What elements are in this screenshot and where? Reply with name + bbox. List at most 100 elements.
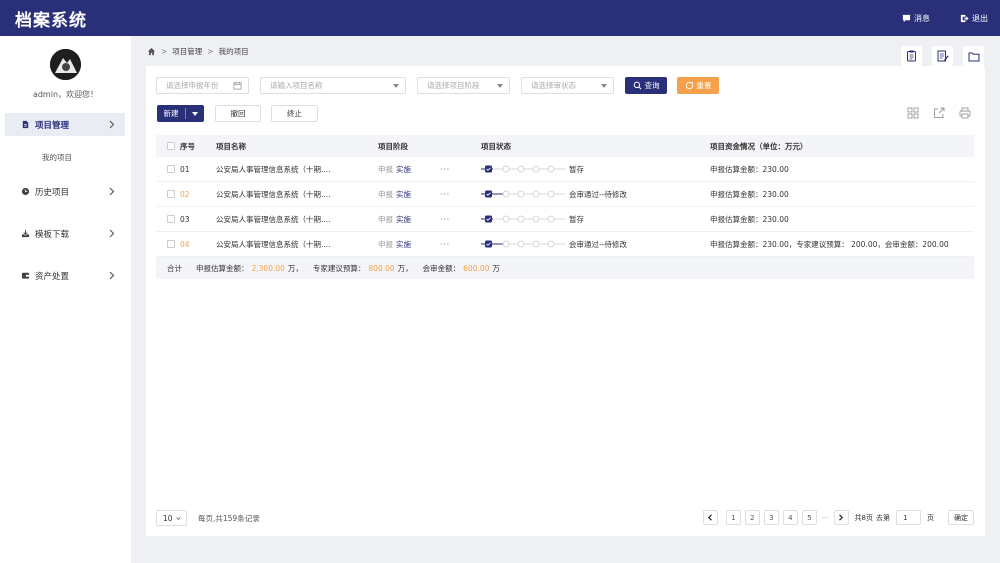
sidebar-item-project-management[interactable]: 项目管理 bbox=[5, 113, 125, 136]
welcome-text: admin，欢迎您！ bbox=[32, 90, 99, 99]
row-seq: 03 bbox=[180, 214, 190, 224]
more-icon[interactable]: ··· bbox=[440, 207, 450, 231]
folder-button[interactable] bbox=[963, 46, 984, 66]
goto-label: 去第 bbox=[876, 513, 890, 522]
chevron-down-icon bbox=[176, 517, 181, 521]
project-name-input[interactable]: 请输入项目名称 bbox=[260, 77, 406, 94]
year-select-placeholder: 请选择申报年份 bbox=[166, 81, 219, 90]
logout-icon bbox=[960, 14, 969, 22]
status-progress bbox=[481, 214, 565, 224]
sidebar-item-asset-disposal[interactable]: 资产处置 bbox=[5, 264, 125, 287]
table-total-row: 合计 申报估算金额： 2,300.00 万， 专家建议预算： 800.00 万，… bbox=[156, 257, 974, 279]
more-icon[interactable]: ··· bbox=[440, 157, 450, 181]
main-panel: 请选择申报年份 请输入项目名称 请选择项目阶段 请选择审状态 查询 重置 新建 … bbox=[146, 66, 985, 536]
page-button-4[interactable]: 4 bbox=[782, 510, 798, 525]
row-seq: 01 bbox=[180, 164, 190, 174]
breadcrumb-item[interactable]: 项目管理 bbox=[172, 46, 202, 57]
row-funds: 申报估算金额：230.00 bbox=[710, 189, 789, 199]
status-select[interactable]: 请选择审状态 bbox=[521, 77, 614, 94]
quick-icons bbox=[891, 46, 984, 66]
download-icon bbox=[21, 229, 30, 238]
total-review-unit: 万 bbox=[492, 263, 500, 273]
header-actions: 消息 退出 bbox=[872, 13, 988, 24]
page-size-select[interactable]: 10 bbox=[156, 510, 187, 526]
table-row[interactable]: 03 公安局人事管理信息系统（十期.... 申报 实施 ··· 暂存 申报估算金… bbox=[156, 207, 974, 232]
progress-track bbox=[481, 165, 565, 173]
avatar[interactable] bbox=[50, 49, 81, 80]
total-apply-unit: 万， bbox=[287, 263, 303, 273]
row-funds: 申报估算金额：230.00 bbox=[710, 164, 789, 174]
column-header-stage: 项目阶段 bbox=[378, 141, 408, 151]
next-page-button[interactable] bbox=[833, 510, 849, 525]
progress-track bbox=[481, 190, 565, 198]
year-select[interactable]: 请选择申报年份 bbox=[156, 77, 249, 94]
column-header-seq: 序号 bbox=[180, 141, 195, 151]
sidebar-item-label: 项目管理 bbox=[35, 120, 70, 131]
button-divider bbox=[184, 108, 186, 119]
more-icon[interactable]: ··· bbox=[440, 182, 450, 206]
select-all-checkbox[interactable] bbox=[167, 142, 175, 150]
table-row[interactable]: 01 公安局人事管理信息系统（十期.... 申报 实施 ··· 暂存 申报估算金… bbox=[156, 157, 974, 182]
page-size-value: 10 bbox=[163, 513, 173, 523]
table-row[interactable]: 04 公安局人事管理信息系统（十期.... 申报 实施 ··· 会审通过--待修… bbox=[156, 232, 974, 257]
row-project-name[interactable]: 公安局人事管理信息系统（十期.... bbox=[216, 232, 331, 256]
row-funds: 申报估算金额：230.00 bbox=[710, 214, 789, 224]
row-stage-current: 实施 bbox=[396, 214, 411, 224]
project-table: 序号 项目名称 项目阶段 项目状态 项目资金情况（单位：万元） 01 公安局人事… bbox=[156, 135, 974, 279]
total-pages: 共8页 bbox=[854, 513, 873, 522]
logout-label: 退出 bbox=[972, 13, 988, 23]
terminate-button[interactable]: 终止 bbox=[271, 105, 318, 122]
refresh-icon bbox=[685, 81, 693, 90]
pagination-info: 每页,共159条记录 bbox=[198, 513, 260, 523]
grid-view-icon[interactable] bbox=[907, 107, 919, 119]
page-button-1[interactable]: 1 bbox=[725, 510, 741, 525]
withdraw-button[interactable]: 撤回 bbox=[215, 105, 261, 122]
chevron-left-icon bbox=[708, 514, 713, 521]
app-title: 档案系统 bbox=[15, 10, 87, 31]
sidebar-item-history[interactable]: 历史项目 bbox=[5, 180, 125, 203]
goto-page-input[interactable]: 1 bbox=[896, 510, 921, 525]
table-header-row: 序号 项目名称 项目阶段 项目状态 项目资金情况（单位：万元） bbox=[156, 135, 974, 157]
row-status: 会审通过--待修改 bbox=[569, 189, 627, 199]
caret-down-icon bbox=[393, 84, 399, 88]
column-header-funds: 项目资金情况（单位：万元） bbox=[710, 141, 808, 151]
total-expert-label: 专家建议预算： bbox=[312, 263, 366, 273]
message-button[interactable]: 消息 bbox=[902, 13, 930, 24]
reset-button-label: 重置 bbox=[696, 81, 712, 90]
project-name-placeholder: 请输入项目名称 bbox=[270, 81, 323, 90]
search-button[interactable]: 查询 bbox=[625, 77, 667, 94]
reset-button[interactable]: 重置 bbox=[677, 77, 719, 94]
row-checkbox[interactable] bbox=[167, 190, 175, 198]
row-checkbox[interactable] bbox=[167, 215, 175, 223]
page-button-2[interactable]: 2 bbox=[744, 510, 760, 525]
goto-confirm-button[interactable]: 确定 bbox=[948, 510, 974, 525]
more-icon[interactable]: ··· bbox=[440, 232, 450, 256]
sidebar-item-template-download[interactable]: 模板下载 bbox=[5, 222, 125, 245]
row-project-name[interactable]: 公安局人事管理信息系统（十期.... bbox=[216, 182, 331, 206]
stage-select[interactable]: 请选择项目阶段 bbox=[417, 77, 510, 94]
new-button[interactable]: 新建 bbox=[157, 105, 204, 122]
new-button-label: 新建 bbox=[163, 109, 179, 118]
chevron-right-icon bbox=[109, 271, 115, 280]
sidebar-subitem-my-projects[interactable]: 我的项目 bbox=[42, 152, 72, 163]
clipboard-button[interactable] bbox=[901, 46, 922, 66]
page-button-5[interactable]: 5 bbox=[801, 510, 817, 525]
avatar-image bbox=[50, 49, 81, 80]
print-icon[interactable] bbox=[959, 107, 971, 119]
row-checkbox[interactable] bbox=[167, 240, 175, 248]
total-review-label: 会审金额： bbox=[422, 263, 461, 273]
logout-button[interactable]: 退出 bbox=[960, 13, 988, 24]
caret-down-icon bbox=[601, 84, 607, 88]
pagination: 1 2 3 4 5 ··· 共8页 去第 1 页 确定 bbox=[699, 510, 974, 525]
total-apply-label: 申报估算金额： bbox=[196, 263, 249, 273]
table-row[interactable]: 02 公安局人事管理信息系统（十期.... 申报 实施 ··· 会审通过--待修… bbox=[156, 182, 974, 207]
row-project-name[interactable]: 公安局人事管理信息系统（十期.... bbox=[216, 157, 331, 181]
export-icon[interactable] bbox=[933, 107, 945, 119]
status-progress bbox=[481, 239, 565, 249]
home-icon[interactable] bbox=[147, 47, 156, 56]
row-project-name[interactable]: 公安局人事管理信息系统（十期.... bbox=[216, 207, 331, 231]
edit-document-button[interactable] bbox=[932, 46, 953, 66]
row-checkbox[interactable] bbox=[167, 165, 175, 173]
prev-page-button[interactable] bbox=[702, 510, 718, 525]
page-button-3[interactable]: 3 bbox=[763, 510, 779, 525]
